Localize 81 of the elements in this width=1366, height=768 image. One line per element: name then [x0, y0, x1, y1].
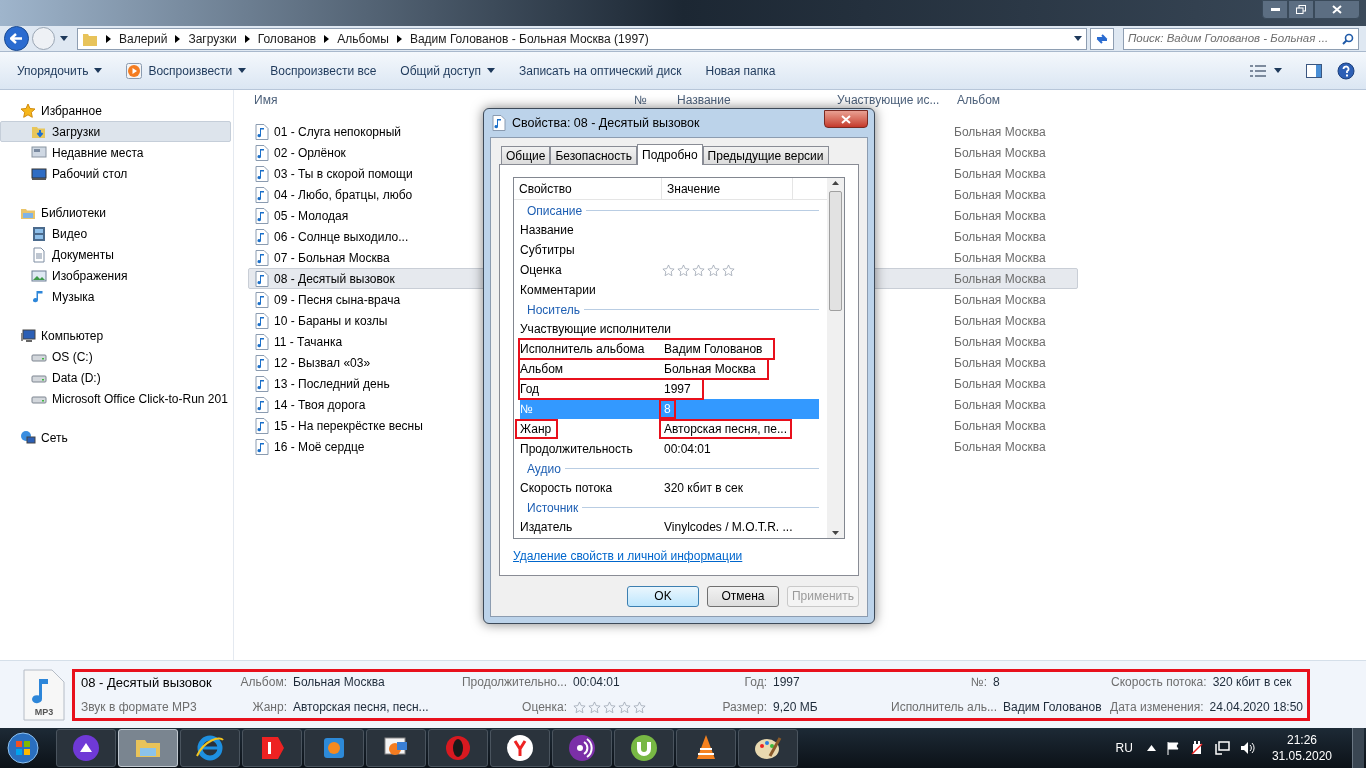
group-heading: Аудио: [527, 460, 561, 478]
field-label: Исполнитель аль...: [891, 699, 998, 717]
field-value: Вадим Голованов: [1003, 699, 1102, 717]
field-value: 9,20 МБ: [773, 699, 818, 717]
file-name: 13 - Последний день: [274, 375, 390, 393]
file-name: 01 - Слуга непокорный: [274, 123, 401, 141]
album-cell-text: Больная Москва: [954, 144, 1046, 162]
album-cell-text: Больная Москва: [954, 333, 1046, 351]
property-value: 320 кбит в сек: [663, 480, 744, 497]
property-value: 1997: [663, 381, 692, 398]
file-name: 14 - Твоя дорога: [274, 396, 366, 414]
field-value: 8: [993, 674, 1000, 692]
file-name: 05 - Молодая: [274, 207, 349, 225]
property-name: Комментарии: [519, 282, 597, 299]
album-cell-text: Больная Москва: [954, 354, 1046, 372]
dialog-title: Свойства: 08 - Десятый вызовок: [512, 114, 701, 132]
group-heading: Источник: [527, 499, 579, 517]
property-value: 8: [659, 399, 676, 419]
property-value: Больная Москва: [663, 361, 757, 378]
file-name: 04 - Любо, братцы, любо: [274, 186, 413, 204]
property-name: Оценка: [519, 262, 563, 279]
field-value: 24.04.2020 18:50: [1209, 699, 1303, 717]
field-label: Дата изменения:: [1110, 699, 1204, 717]
album-cell-text: Больная Москва: [954, 186, 1046, 204]
field-value: Авторская песня, песн...: [293, 699, 429, 717]
album-cell-text: Больная Москва: [954, 312, 1046, 330]
field-value: 320 кбит в сек: [1212, 674, 1292, 692]
file-title: 08 - Десятый вызовок: [81, 673, 213, 692]
property-name: Год: [519, 381, 541, 398]
file-type: Звук в формате MP3: [81, 699, 198, 717]
album-cell-text: Больная Москва: [954, 228, 1046, 246]
album-cell-text: Больная Москва: [954, 417, 1046, 435]
field-label: Жанр:: [252, 699, 287, 717]
property-value: Vinylcodes / M.O.T.R. ...: [663, 519, 794, 536]
field-label: Альбом:: [240, 674, 287, 692]
group-heading: Описание: [527, 202, 583, 220]
album-cell-text: Больная Москва: [954, 291, 1046, 309]
file-name: 02 - Орлёнок: [274, 144, 346, 162]
file-name: 03 - Ты в скорой помощи: [274, 165, 413, 183]
property-name: Издатель: [519, 519, 574, 536]
file-name: 09 - Песня сына-врача: [274, 291, 401, 309]
field-label: Продолжительно...: [461, 674, 567, 692]
file-name: 10 - Бараны и козлы: [274, 312, 388, 330]
field-value: 00:04:01: [573, 674, 620, 692]
field-value: 1997: [773, 674, 800, 692]
album-cell-text: Больная Москва: [954, 123, 1046, 141]
file-name: 11 - Тачанка: [274, 333, 343, 351]
property-name: Продолжительность: [519, 441, 634, 458]
property-value: Вадим Голованов: [663, 341, 764, 358]
field-value: Больная Москва: [293, 674, 385, 692]
field-label: Размер:: [722, 699, 767, 717]
field-label: Оценка:: [522, 699, 567, 717]
property-name: Участвующие исполнители: [519, 321, 673, 338]
album-cell-text: Больная Москва: [954, 207, 1046, 225]
file-name: 16 - Моё сердце: [274, 438, 365, 456]
property-name: Название: [519, 222, 575, 239]
property-name: Скорость потока: [519, 480, 614, 497]
file-name: 07 - Больная Москва: [274, 249, 390, 267]
property-name: Исполнитель альбома: [519, 341, 646, 358]
property-name: Альбом: [519, 361, 565, 378]
album-cell-text: Больная Москва: [954, 270, 1046, 288]
file-name: 12 - Вызвал «03»: [274, 354, 371, 372]
property-name: Субтитры: [519, 242, 576, 259]
group-heading: Носитель: [527, 301, 580, 319]
dialog-button: Применить: [787, 585, 859, 607]
property-value: Авторская песня, пе...: [659, 419, 792, 439]
file-name: 06 - Солнце выходило...: [274, 228, 409, 246]
property-name: Жанр: [515, 419, 559, 439]
file-name: 08 - Десятый вызовок: [274, 270, 395, 288]
album-cell-text: Больная Москва: [954, 396, 1046, 414]
mp3-file-icon: MP3: [22, 668, 66, 721]
field-label: №:: [970, 674, 987, 692]
file-name: 15 - На перекрёстке весны: [274, 417, 423, 435]
album-cell-text: Больная Москва: [954, 165, 1046, 183]
field-label: Год:: [744, 674, 767, 692]
album-cell-text: Больная Москва: [954, 375, 1046, 393]
field-label: Скорость потока:: [1111, 674, 1207, 692]
album-cell-text: Больная Москва: [954, 438, 1046, 456]
property-value: 00:04:01: [663, 441, 712, 458]
property-name: №: [519, 401, 534, 418]
album-cell-text: Больная Москва: [954, 249, 1046, 267]
